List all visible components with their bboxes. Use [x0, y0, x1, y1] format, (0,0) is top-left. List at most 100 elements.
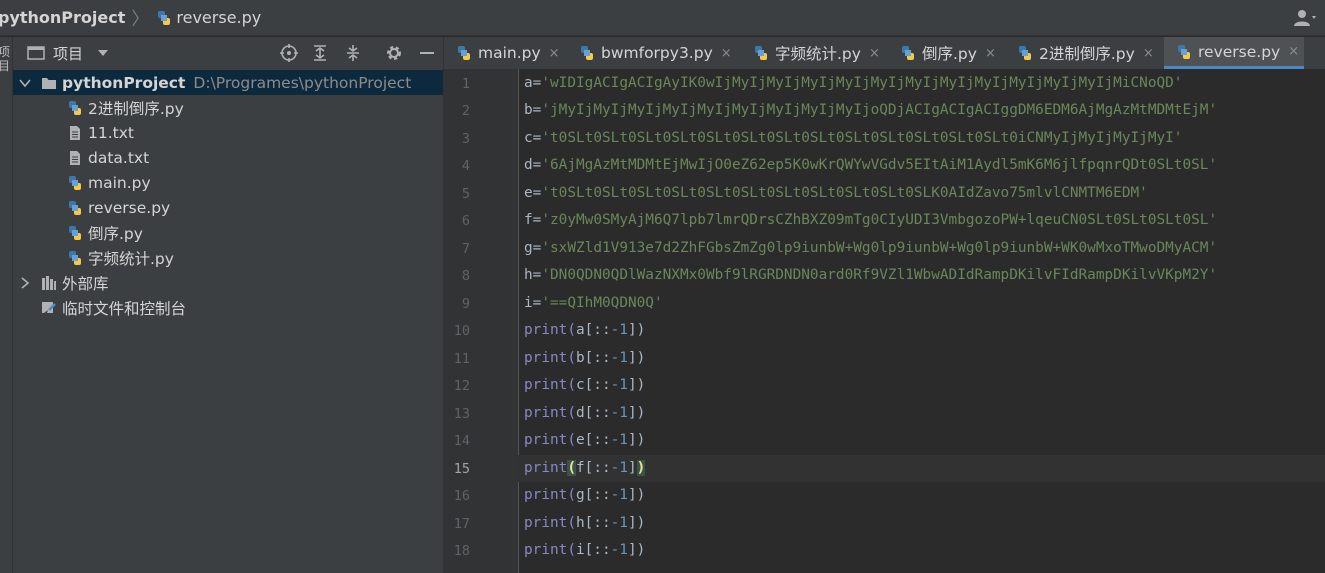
- project-tool-tab[interactable]: 项目: [0, 45, 12, 73]
- line-number: 16: [453, 488, 470, 504]
- code-number: -1: [610, 432, 628, 448]
- tree-item-file[interactable]: reverse.py: [13, 195, 443, 220]
- tree-item-label: main.py: [88, 173, 151, 192]
- tree-item-file[interactable]: 11.txt: [13, 120, 443, 145]
- python-file-icon: [902, 46, 914, 60]
- code-line: print(e[::-1]): [524, 432, 645, 448]
- python-file-icon: [69, 175, 81, 190]
- folder-icon: [42, 77, 56, 89]
- close-icon[interactable]: ×: [721, 46, 732, 61]
- code-string: 't0SLt0SLt0SLt0SLt0SLt0SLt0SLt0SLt0SLt0S…: [541, 130, 1183, 146]
- tree-item-label: 倒序.py: [88, 224, 143, 243]
- line-number: 7: [461, 241, 470, 257]
- code-number: -1: [610, 322, 628, 338]
- code-string: 'z0yMw0SMyAjM6Q7lpb7lmrQDrsCZhBXZ09mTg0C…: [541, 212, 1218, 228]
- code-line: g='sxWZld1V913e7d2ZhFGbsZmZg0lp9iunbW+Wg…: [524, 240, 1218, 256]
- python-file-icon: [69, 225, 81, 240]
- code-var: d: [524, 157, 533, 173]
- tab-label: main.py: [478, 44, 541, 62]
- tree-item-label: reverse.py: [88, 198, 171, 217]
- code-arg: c[::: [575, 377, 611, 393]
- user-icon[interactable]: [1293, 8, 1317, 28]
- print-keyword: print(: [524, 432, 576, 448]
- tab-daoxu-py[interactable]: 倒序.py ×: [888, 37, 1005, 69]
- chevron-right-icon[interactable]: [19, 276, 31, 289]
- tree-item-file[interactable]: 倒序.py: [13, 220, 443, 245]
- breadcrumb-file[interactable]: reverse.py: [176, 8, 261, 27]
- code-editor[interactable]: 1 2 3 4 5 6 7 8 9 10 11 12 13 14 15 16 1…: [444, 69, 1325, 573]
- line-number: 3: [461, 131, 470, 147]
- code-arg: a[::: [575, 322, 611, 338]
- expand-all-icon[interactable]: [310, 43, 330, 63]
- tree-item-external-libraries[interactable]: 外部库: [13, 270, 443, 295]
- tab-main-py[interactable]: main.py ×: [444, 37, 567, 69]
- close-icon[interactable]: ×: [985, 46, 996, 61]
- code-close: ]): [627, 515, 646, 531]
- line-number: 14: [453, 433, 470, 449]
- code-line: d='6AjMgAzMtMDMtEjMwIjO0eZ62ep5K0wKrQWYw…: [524, 157, 1218, 173]
- code-close: ]): [627, 322, 646, 338]
- code-line: print(c[::-1]): [524, 377, 645, 393]
- print-keyword: print: [524, 460, 568, 476]
- tree-item-path: D:\Programes\pythonProject: [193, 73, 412, 92]
- tree-item-file[interactable]: 字频统计.py: [13, 245, 443, 270]
- line-number: 11: [453, 351, 470, 367]
- python-file-icon: [158, 10, 171, 25]
- close-icon[interactable]: ×: [1143, 46, 1154, 61]
- code-number: -1: [610, 515, 628, 531]
- collapse-all-icon[interactable]: [343, 43, 363, 63]
- code-number: -1: [610, 350, 628, 366]
- code-line: h='DN0QDN0QDlWazNXMx0Wbf9lRGRDNDN0ard0Rf…: [524, 267, 1218, 283]
- python-file-icon: [1019, 46, 1031, 60]
- tab-reverse-py[interactable]: reverse.py ×: [1164, 37, 1304, 69]
- code-line: b='jMyIjMyIjMyIjMyIjMyIjMyIjMyIjMyIjMyIj…: [524, 102, 1218, 118]
- tree-item-file[interactable]: main.py: [13, 170, 443, 195]
- close-icon[interactable]: ×: [549, 46, 560, 61]
- chevron-down-icon[interactable]: [97, 48, 109, 58]
- code-var: g: [524, 240, 533, 256]
- tree-item-label: data.txt: [88, 148, 150, 167]
- tree-item-label: 11.txt: [88, 123, 134, 142]
- python-file-icon: [69, 100, 81, 115]
- tree-item-file[interactable]: 2进制倒序.py: [13, 95, 443, 120]
- code-close: ]): [627, 405, 646, 421]
- close-icon[interactable]: ×: [1288, 44, 1299, 59]
- code-close: ]: [627, 460, 637, 476]
- tree-item-label: 2进制倒序.py: [88, 99, 184, 118]
- matched-bracket: (: [567, 460, 576, 476]
- code-close: ]): [627, 377, 646, 393]
- minimize-icon[interactable]: [417, 43, 437, 63]
- python-file-icon: [458, 46, 470, 60]
- breadcrumb: pythonProject 〉 reverse.py: [0, 0, 1325, 36]
- library-icon: [42, 275, 56, 290]
- editor-tabs: main.py × bwmforpy3.py × 字频统计.py × 倒序.py…: [444, 37, 1325, 70]
- expand-arrow-icon[interactable]: [19, 77, 31, 89]
- python-file-icon: [69, 250, 81, 265]
- code-line: print(h[::-1]): [524, 515, 645, 531]
- breadcrumb-project[interactable]: pythonProject: [0, 8, 125, 27]
- tree-item-file[interactable]: data.txt: [13, 145, 443, 170]
- tree-item-label: pythonProject: [62, 73, 186, 92]
- print-keyword: print(: [524, 515, 576, 531]
- tab-label: 倒序.py: [922, 45, 977, 63]
- locate-icon[interactable]: [279, 43, 299, 63]
- code-arg: b[::: [575, 350, 611, 366]
- close-icon[interactable]: ×: [869, 46, 880, 61]
- tab-bwmforpy3-py[interactable]: bwmforpy3.py ×: [567, 37, 741, 69]
- line-number: 12: [453, 378, 470, 394]
- project-panel-title[interactable]: 项目: [53, 43, 83, 64]
- gear-icon[interactable]: [384, 43, 404, 63]
- code-var: b: [524, 102, 533, 118]
- code-number: -1: [610, 405, 628, 421]
- tree-item-scratches[interactable]: 临时文件和控制台: [13, 295, 443, 320]
- code-close: ]): [627, 487, 646, 503]
- line-number: 6: [461, 213, 470, 229]
- code-line: print(i[::-1]): [524, 542, 645, 558]
- tab-binary-reverse-py[interactable]: 2进制倒序.py ×: [1005, 37, 1164, 69]
- tree-item-label: 字频统计.py: [88, 249, 174, 268]
- code-line: c='t0SLt0SLt0SLt0SLt0SLt0SLt0SLt0SLt0SLt…: [524, 130, 1183, 146]
- tab-zipin-py[interactable]: 字频统计.py ×: [741, 37, 888, 69]
- line-number: 1: [461, 76, 470, 92]
- code-string: 'jMyIjMyIjMyIjMyIjMyIjMyIjMyIjMyIjMyIjoQ…: [541, 102, 1218, 118]
- tree-item-pythonproject[interactable]: pythonProject D:\Programes\pythonProject: [13, 70, 443, 95]
